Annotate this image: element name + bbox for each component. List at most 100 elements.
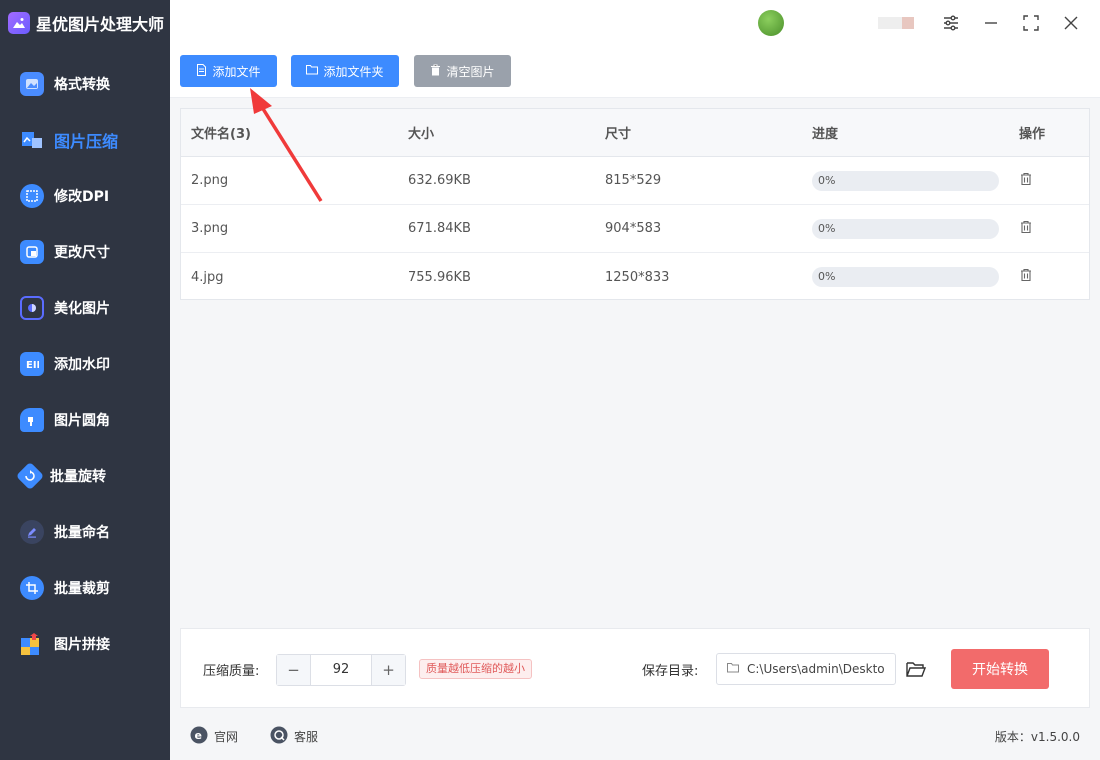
quality-hint: 质量越低压缩的越小 [419,659,532,679]
file-table: 文件名(3) 大小 尺寸 进度 操作 2.png 632.69KB 815*52… [180,108,1090,300]
sidebar-item-label: 图片拼接 [54,637,110,653]
header-dimensions: 尺寸 [605,127,632,142]
support-link[interactable]: 客服 [270,726,318,747]
table-row: 3.png 671.84KB 904*583 0% [181,205,1089,253]
delete-icon[interactable] [1019,172,1033,190]
table-row: 2.png 632.69KB 815*529 0% [181,157,1089,205]
progress-bar: 0% [812,267,999,287]
sidebar-item-format-convert[interactable]: 格式转换 [0,56,170,112]
round-corner-icon [20,408,44,432]
app-logo-icon [8,12,30,34]
delete-icon[interactable] [1019,268,1033,286]
progress-text: 0% [818,270,836,283]
dpi-icon [20,184,44,208]
header-size: 大小 [408,127,435,142]
delete-icon[interactable] [1019,220,1033,238]
sidebar: 星优图片处理大师 格式转换 图片压缩 修改DPI 更改尺寸 美化图片 EII 添… [0,0,170,760]
sidebar-item-label: 图片压缩 [54,132,119,151]
quality-decrement-button[interactable]: − [277,655,310,685]
header-actions: 操作 [1019,127,1046,142]
sidebar-item-label: 修改DPI [54,189,110,205]
chat-icon [270,726,288,747]
progress-bar: 0% [812,170,999,191]
browse-folder-icon[interactable] [904,657,928,681]
clear-images-button[interactable]: 清空图片 [414,55,511,87]
close-icon[interactable] [1060,12,1082,34]
sidebar-item-round-corner[interactable]: 图片圆角 [0,392,170,448]
save-dir-label: 保存目录: [642,664,699,679]
rotate-icon [15,461,45,491]
avatar[interactable] [758,10,784,36]
file-size: 755.96KB [408,269,471,285]
svg-text:EII: EII [26,360,39,371]
settings-panel: 压缩质量: − 92 + 质量越低压缩的越小 保存目录: C:\Users\ad… [180,628,1090,708]
user-info[interactable] [758,10,914,36]
add-folder-button[interactable]: 添加文件夹 [291,55,399,87]
sidebar-item-stitch[interactable]: 图片拼接 [0,616,170,672]
sidebar-item-dpi[interactable]: 修改DPI [0,168,170,224]
save-path-field[interactable]: C:\Users\admin\Deskto [716,653,896,685]
save-path-value: C:\Users\admin\Deskto [747,662,885,676]
folder-icon [727,662,739,676]
start-convert-button[interactable]: 开始转换 [951,649,1049,689]
image-convert-icon [20,72,44,96]
sidebar-item-rename[interactable]: 批量命名 [0,504,170,560]
sidebar-item-label: 更改尺寸 [54,245,110,261]
trash-icon [430,64,441,79]
quality-increment-button[interactable]: + [372,655,405,685]
beautify-icon [20,296,44,320]
sidebar-item-label: 批量旋转 [50,469,106,485]
file-name: 3.png [191,221,229,236]
sidebar-item-label: 批量裁剪 [54,581,110,597]
version-text: 版本：v1.5.0.0 [994,730,1080,744]
settings-sliders-icon[interactable] [940,12,962,34]
sidebar-item-label: 添加水印 [54,357,110,373]
crop-icon [20,576,44,600]
main-area: 添加文件 添加文件夹 清空图片 文件名(3) 大小 尺寸 进度 操作 2.png… [170,0,1100,760]
sidebar-item-image-compress[interactable]: 图片压缩 [0,112,170,168]
title-bar [170,0,1100,46]
progress-text: 0% [818,173,836,187]
sidebar-item-label: 美化图片 [54,301,110,317]
minimize-icon[interactable] [980,12,1002,34]
app-title: 星优图片处理大师 [36,15,165,34]
add-file-button[interactable]: 添加文件 [180,55,277,87]
header-progress: 进度 [812,127,839,142]
website-link[interactable]: e 官网 [190,726,238,747]
add-file-label: 添加文件 [212,64,261,79]
file-icon [196,63,207,79]
file-dimensions: 815*529 [605,173,662,188]
sidebar-nav: 格式转换 图片压缩 修改DPI 更改尺寸 美化图片 EII 添加水印 图片圆角 … [0,56,170,672]
toolbar: 添加文件 添加文件夹 清空图片 [170,46,1100,98]
maximize-icon[interactable] [1020,12,1042,34]
table-header: 文件名(3) 大小 尺寸 进度 操作 [181,109,1089,157]
support-label: 客服 [294,730,319,744]
header-filename: 文件名(3) [191,127,251,142]
svg-text:e: e [195,729,202,742]
sidebar-item-resize[interactable]: 更改尺寸 [0,224,170,280]
brand: 星优图片处理大师 [0,0,170,46]
progress-text: 0% [818,221,836,235]
clear-images-label: 清空图片 [446,64,495,79]
file-name: 4.jpg [191,269,224,285]
progress-bar: 0% [812,218,999,239]
image-compress-icon [20,128,44,152]
quality-value[interactable]: 92 [310,655,372,685]
file-name: 2.png [191,173,229,188]
sidebar-item-rotate[interactable]: 批量旋转 [0,448,170,504]
file-size: 632.69KB [408,173,471,188]
sidebar-item-label: 格式转换 [54,77,110,93]
quality-stepper[interactable]: − 92 + [276,654,406,686]
sidebar-item-watermark[interactable]: EII 添加水印 [0,336,170,392]
file-size: 671.84KB [408,221,471,236]
watermark-icon: EII [20,352,44,376]
folder-icon [306,64,319,78]
table-row: 4.jpg 755.96KB 1250*833 0% [181,253,1089,301]
website-label: 官网 [214,730,239,744]
sidebar-item-crop[interactable]: 批量裁剪 [0,560,170,616]
file-dimensions: 1250*833 [605,269,670,285]
stitch-icon [20,632,44,656]
sidebar-item-label: 批量命名 [54,525,110,541]
resize-icon [20,240,44,264]
sidebar-item-beautify[interactable]: 美化图片 [0,280,170,336]
